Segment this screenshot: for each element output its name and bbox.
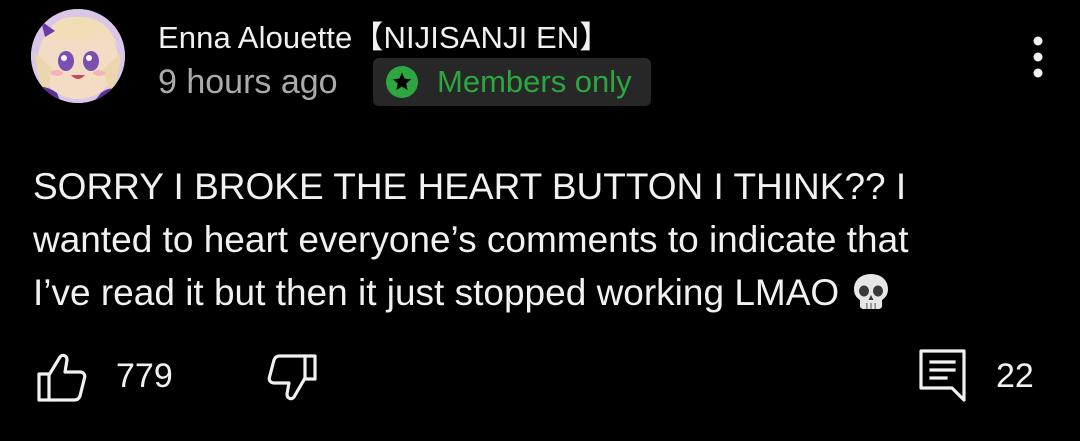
members-only-badge: Members only — [373, 58, 651, 106]
post-text: SORRY I BROKE THE HEART BUTTON I THINK??… — [33, 160, 1053, 319]
like-button[interactable] — [36, 351, 88, 403]
more-options-button[interactable] — [1018, 30, 1058, 84]
community-post: Enna Alouette【NIJISANJI EN】 9 hours ago … — [0, 0, 1080, 441]
skull-emoji — [854, 274, 889, 309]
dislike-button[interactable] — [266, 353, 318, 405]
author-name[interactable]: Enna Alouette【NIJISANJI EN】 — [158, 12, 610, 57]
badge-label: Members only — [437, 64, 632, 99]
post-timestamp: 9 hours ago — [158, 63, 338, 101]
comments-button[interactable] — [918, 348, 970, 402]
thumbs-down-icon — [267, 354, 317, 401]
post-text-content: SORRY I BROKE THE HEART BUTTON I THINK??… — [33, 166, 909, 313]
channel-avatar[interactable] — [31, 9, 125, 103]
star-icon — [386, 66, 418, 98]
thumbs-up-icon — [37, 353, 87, 402]
comment-icon — [919, 349, 966, 402]
avatar-image — [31, 9, 125, 103]
more-vert-icon — [1033, 36, 1043, 78]
like-count: 779 — [116, 357, 173, 395]
comment-count: 22 — [996, 357, 1034, 395]
